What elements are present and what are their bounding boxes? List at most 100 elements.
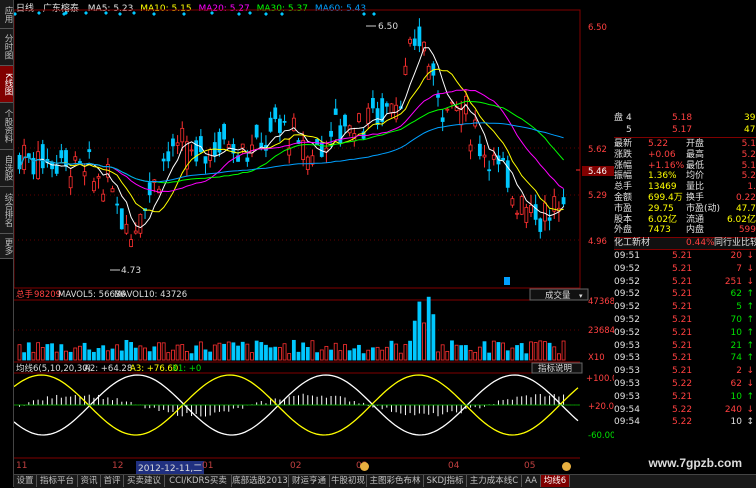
bottom-tab[interactable]: 设置 bbox=[14, 475, 37, 487]
arrow-down-icon: ↓ bbox=[746, 404, 754, 415]
quote-cell: 总手 bbox=[614, 182, 633, 193]
tab-app[interactable]: 应用 bbox=[0, 0, 13, 29]
bottom-tab[interactable]: 底部选股2013 bbox=[232, 475, 289, 487]
volume-bar bbox=[561, 340, 566, 361]
volume-bar bbox=[189, 353, 194, 361]
tick-price: 5.22 bbox=[672, 404, 693, 415]
tick-row: 09:52 5.21 62 ↑ bbox=[614, 289, 756, 300]
volume-bar bbox=[124, 339, 129, 361]
bottom-tab[interactable]: SKDJ指标 bbox=[424, 475, 467, 487]
bottom-tab[interactable]: 主图彩色布林 bbox=[367, 475, 424, 487]
volume-bar bbox=[282, 343, 287, 361]
tick-price: 5.21 bbox=[672, 263, 693, 274]
candle bbox=[543, 202, 547, 222]
volume-bar bbox=[110, 348, 115, 361]
candle bbox=[343, 114, 347, 127]
volume-bar bbox=[87, 349, 92, 361]
volume-bar bbox=[538, 340, 543, 361]
candle bbox=[301, 140, 306, 160]
volume-bar bbox=[301, 342, 306, 361]
quote-cell: 13469 bbox=[648, 182, 677, 193]
candle bbox=[487, 169, 492, 172]
event-icon[interactable] bbox=[562, 462, 571, 471]
industry-compare-button[interactable]: 同行业比较 bbox=[714, 238, 756, 249]
volume-dropdown[interactable]: 成交量 bbox=[545, 290, 571, 301]
industry-name: 化工新材 bbox=[614, 238, 651, 248]
volume-bar bbox=[101, 345, 106, 361]
volume-bar bbox=[361, 353, 366, 361]
arrow-up-icon: ↑ bbox=[746, 302, 754, 313]
bottom-tab[interactable]: 首评 bbox=[101, 475, 124, 487]
signal-dot bbox=[132, 11, 136, 15]
volume-bar bbox=[426, 296, 431, 361]
event-icon[interactable] bbox=[360, 462, 369, 471]
tick-volume: 10 bbox=[730, 327, 742, 338]
volume-bar bbox=[245, 343, 250, 361]
candle bbox=[445, 108, 450, 111]
volume-bar bbox=[217, 342, 222, 361]
candle bbox=[82, 171, 87, 177]
bottom-tab[interactable]: 指标平台 bbox=[37, 475, 78, 487]
volume-bar bbox=[394, 343, 399, 361]
candle bbox=[189, 149, 194, 152]
tab-ranking[interactable]: 综合排名 bbox=[0, 187, 13, 234]
volume-bar bbox=[82, 342, 87, 361]
volume-bar bbox=[389, 340, 394, 361]
volume-bar bbox=[505, 350, 510, 361]
candle bbox=[459, 108, 464, 126]
volume-bar bbox=[115, 344, 120, 361]
candle bbox=[529, 204, 533, 213]
arrow-down-icon: ↓ bbox=[746, 251, 754, 261]
bottom-tab[interactable]: CCI/KDRS买卖 bbox=[165, 475, 232, 487]
kline-chart[interactable]: 6.50 4.73 6.50 5.62 5.46 5.29 4.96 总手 98… bbox=[14, 0, 614, 460]
bottom-tab[interactable]: 财运亨通 bbox=[289, 475, 330, 487]
x-label: 12 bbox=[112, 461, 124, 471]
tick-time: 09:53 bbox=[614, 366, 640, 377]
quote-cell: +1.16% bbox=[648, 160, 685, 171]
quote-cell: 金额 bbox=[614, 193, 633, 203]
volume-bar bbox=[519, 343, 524, 361]
candle bbox=[119, 208, 124, 230]
industry-row[interactable]: 化工新材 0.44% 同行业比较 bbox=[614, 237, 756, 250]
volume-bar bbox=[64, 350, 68, 361]
candle bbox=[524, 207, 529, 223]
quote-cell: 5.2 bbox=[741, 149, 756, 160]
price-label: 5.29 bbox=[588, 191, 607, 201]
tab-watchlist[interactable]: 自选股 bbox=[0, 150, 13, 187]
quote-cell: 699.4万 bbox=[648, 193, 683, 203]
quote-cell: 1. bbox=[747, 182, 756, 193]
volume-bar bbox=[45, 344, 50, 361]
indicator-help-button[interactable]: 指标说明 bbox=[538, 363, 572, 374]
volume-bar bbox=[26, 342, 31, 361]
quote-row: 外盘 7473 内盘 599 bbox=[614, 225, 756, 236]
tab-kline[interactable]: K线图 bbox=[0, 66, 13, 103]
volume-bar bbox=[291, 339, 296, 361]
tab-intraday[interactable]: 分时图 bbox=[0, 29, 13, 66]
tab-stock-info[interactable]: 个股资料 bbox=[0, 103, 13, 150]
bottom-tab[interactable]: 均线6 bbox=[541, 475, 570, 487]
volume-bar bbox=[319, 349, 324, 361]
volume-bar bbox=[73, 347, 78, 361]
quote-row: 金额 699.4万 换手 0.22 bbox=[614, 193, 756, 204]
candle bbox=[222, 124, 227, 140]
tick-volume: 10 bbox=[730, 391, 742, 402]
tick-volume: 62 bbox=[730, 289, 742, 300]
volume-bar bbox=[333, 342, 338, 361]
bottom-tab[interactable]: 资讯 bbox=[78, 475, 101, 487]
tick-row: 09:54 5.22 240 ↓ bbox=[614, 405, 756, 416]
candle bbox=[477, 143, 482, 157]
candle bbox=[73, 156, 78, 161]
signal-dot bbox=[152, 12, 156, 16]
candle bbox=[547, 217, 552, 221]
bottom-tab[interactable]: 买卖建议 bbox=[124, 475, 165, 487]
quote-row: 总手 13469 量比 1. bbox=[614, 182, 756, 193]
tick-time: 09:52 bbox=[614, 276, 640, 287]
bottom-tab[interactable]: 主力成本线C bbox=[467, 475, 522, 487]
tab-more[interactable]: 更多 bbox=[0, 234, 13, 259]
chevron-down-icon[interactable]: ▾ bbox=[579, 292, 583, 300]
candle bbox=[171, 138, 175, 147]
bottom-tab[interactable]: AA bbox=[522, 475, 541, 487]
volume-bar bbox=[157, 342, 161, 361]
bottom-tab[interactable]: 牛股初现 bbox=[330, 475, 367, 487]
indicator-axis-label: +100.0 bbox=[586, 374, 614, 384]
